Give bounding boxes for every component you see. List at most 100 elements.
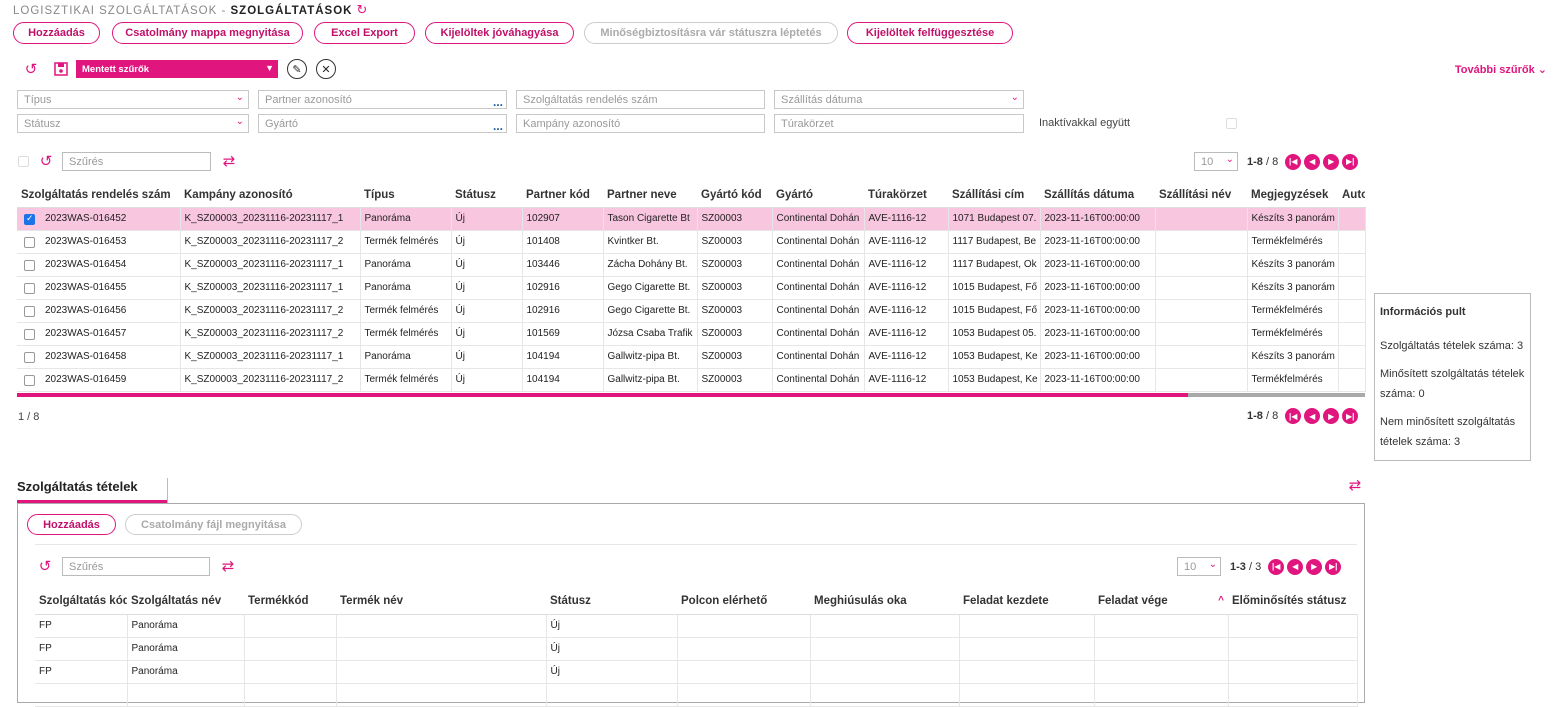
column-header[interactable]: Kampány azonosító [180, 183, 360, 208]
table-row[interactable]: 2023WAS-016453 K_SZ00003_20231116-2023111… [17, 230, 1366, 254]
first-page-icon[interactable]: |◀ [1285, 153, 1302, 170]
open-attachment-button[interactable]: Csatolmány fájl megnyitása [125, 514, 302, 535]
table-row[interactable]: 2023WAS-016458 K_SZ00003_20231116-2023111… [17, 345, 1366, 369]
scrollbar-thumb[interactable] [17, 393, 1188, 397]
row-checkbox[interactable] [24, 328, 35, 340]
status-select[interactable]: Státusz ⌄ [17, 114, 249, 133]
lookup-icon[interactable]: ... [493, 96, 503, 108]
column-header[interactable]: Státusz [451, 183, 522, 208]
ship-date-select[interactable]: Szállítás dátuma ⌄ [774, 90, 1024, 109]
suspend-selected-button[interactable]: Kijelöltek felfüggesztése [847, 22, 1013, 44]
row-checkbox[interactable] [24, 282, 35, 294]
add-item-button[interactable]: Hozzáadás [27, 514, 116, 535]
column-header[interactable]: Feladat vége ^ [1094, 588, 1228, 615]
campaign-id-field[interactable]: Kampány azonosító [516, 114, 765, 133]
open-folder-button[interactable]: Csatolmány mappa megnyitása [112, 22, 303, 44]
tab-service-items[interactable]: Szolgáltatás tételek [17, 479, 138, 494]
delete-icon[interactable]: ✕ [316, 59, 336, 79]
order-number-field[interactable]: Szolgáltatás rendelés szám [516, 90, 765, 109]
more-filters-toggle[interactable]: További szűrők ⌄ [1455, 63, 1547, 76]
column-header[interactable]: Státusz [546, 588, 677, 615]
prev-page-icon[interactable]: ◀ [1304, 408, 1321, 424]
column-header[interactable]: Polcon elérhető [677, 588, 810, 615]
horizontal-scrollbar[interactable] [17, 393, 1365, 397]
table-row[interactable]: 2023WAS-016455 K_SZ00003_20231116-2023111… [17, 276, 1366, 300]
row-checkbox[interactable] [24, 236, 35, 248]
column-header[interactable]: Auto [1338, 183, 1365, 208]
column-header[interactable]: Szállítási név [1155, 183, 1247, 208]
swap-columns-icon[interactable]: ⇄ [218, 557, 238, 575]
approve-selected-button[interactable]: Kijelöltek jóváhagyása [425, 22, 574, 44]
first-page-icon[interactable]: |◀ [1285, 408, 1302, 424]
qa-promote-button[interactable]: Minőségbiztosításra vár státuszra léptet… [584, 22, 838, 44]
table-cell: SZ00003 [697, 253, 773, 277]
page-size-select[interactable]: 10 ⌄ [1177, 557, 1221, 576]
last-page-icon[interactable]: ▶| [1342, 408, 1359, 424]
reset-icon[interactable]: ↺ [36, 152, 56, 170]
lookup-icon[interactable]: ... [493, 120, 503, 132]
column-header[interactable]: Szállítás dátuma [1040, 183, 1155, 208]
last-page-icon[interactable]: ▶| [1342, 153, 1359, 170]
column-header[interactable]: Gyártó [772, 183, 864, 208]
swap-columns-icon[interactable]: ⇄ [1344, 476, 1366, 494]
column-header[interactable]: Partner kód [522, 183, 603, 208]
next-page-icon[interactable]: ▶ [1323, 408, 1340, 424]
reset-icon[interactable]: ↺ [21, 60, 41, 78]
manufacturer-field[interactable]: Gyártó... [258, 114, 507, 133]
bottom-pager: 1-8 / 8 |◀ ◀ ▶ ▶| [1247, 408, 1359, 424]
swap-columns-icon[interactable]: ⇄ [219, 152, 239, 170]
table-row[interactable]: 2023WAS-016454 K_SZ00003_20231116-2023111… [17, 253, 1366, 277]
column-header[interactable]: Szállítási cím [948, 183, 1040, 208]
column-header[interactable]: Feladat kezdete [959, 588, 1094, 615]
column-header[interactable]: Gyártó kód [697, 183, 772, 208]
reset-icon[interactable]: ↺ [35, 557, 55, 575]
table-row[interactable]: FP Panoráma Új [35, 660, 1358, 684]
refresh-icon[interactable]: ↻ [356, 2, 368, 17]
inactive-checkbox[interactable] [1226, 118, 1237, 129]
table-row[interactable]: 2023WAS-016459 K_SZ00003_20231116-2023111… [17, 368, 1366, 392]
row-checkbox[interactable] [24, 259, 35, 271]
route-field[interactable]: Túrakörzet [774, 114, 1024, 133]
column-header[interactable]: Túrakörzet [864, 183, 948, 208]
row-checkbox[interactable] [24, 374, 35, 386]
column-header[interactable]: Előminősítés státusz [1228, 588, 1357, 615]
type-select[interactable]: Típus ⌄ [17, 90, 249, 109]
next-page-icon[interactable]: ▶ [1306, 558, 1323, 575]
breadcrumb-parent[interactable]: LOGISZTIKAI SZOLGÁLTATÁSOK - [13, 5, 231, 17]
table-row[interactable]: FP Panoráma Új [35, 614, 1358, 638]
row-checkbox[interactable] [24, 213, 35, 225]
select-all-checkbox[interactable] [18, 156, 29, 167]
column-header[interactable]: Szolgáltatás név [127, 588, 244, 615]
row-checkbox[interactable] [24, 305, 35, 317]
last-page-icon[interactable]: ▶| [1325, 558, 1342, 575]
table-row[interactable]: 2023WAS-016452 K_SZ00003_20231116-2023111… [17, 207, 1366, 231]
next-page-icon[interactable]: ▶ [1323, 153, 1340, 170]
save-icon[interactable] [52, 60, 69, 77]
row-checkbox[interactable] [24, 351, 35, 363]
column-header[interactable]: Partner neve [603, 183, 697, 208]
edit-icon[interactable]: ✎ [287, 59, 307, 79]
column-header[interactable]: Termék név [336, 588, 546, 615]
first-page-icon[interactable]: |◀ [1268, 558, 1285, 575]
column-header[interactable]: Típus [360, 183, 451, 208]
column-header[interactable]: Megjegyzések [1247, 183, 1338, 208]
excel-export-button[interactable]: Excel Export [314, 22, 415, 44]
table-row[interactable]: 2023WAS-016457 K_SZ00003_20231116-2023111… [17, 322, 1366, 346]
sort-icon[interactable]: ^ [1218, 595, 1224, 606]
column-header[interactable]: Szolgáltatás kód [35, 588, 127, 615]
table-row[interactable]: 2023WAS-016456 K_SZ00003_20231116-2023111… [17, 299, 1366, 323]
table-row[interactable] [35, 683, 1358, 707]
prev-page-icon[interactable]: ◀ [1304, 153, 1321, 170]
column-header[interactable]: Termékkód [244, 588, 336, 615]
column-header[interactable]: Szolgáltatás rendelés szám [17, 183, 180, 208]
page-size-select[interactable]: 10 ⌄ [1194, 152, 1238, 171]
partner-id-field[interactable]: Partner azonosító... [258, 90, 507, 109]
table-row[interactable]: FP Panoráma Új [35, 637, 1358, 661]
column-header[interactable]: Meghiúsulás oka [810, 588, 959, 615]
prev-page-icon[interactable]: ◀ [1287, 558, 1304, 575]
grid-filter-input[interactable]: Szűrés [62, 152, 211, 171]
items-filter-input[interactable]: Szűrés [62, 557, 210, 576]
page-total: 8 [1272, 410, 1279, 422]
saved-filters-select[interactable]: Mentett szűrők ▼ [76, 60, 278, 78]
add-button[interactable]: Hozzáadás [13, 22, 100, 44]
